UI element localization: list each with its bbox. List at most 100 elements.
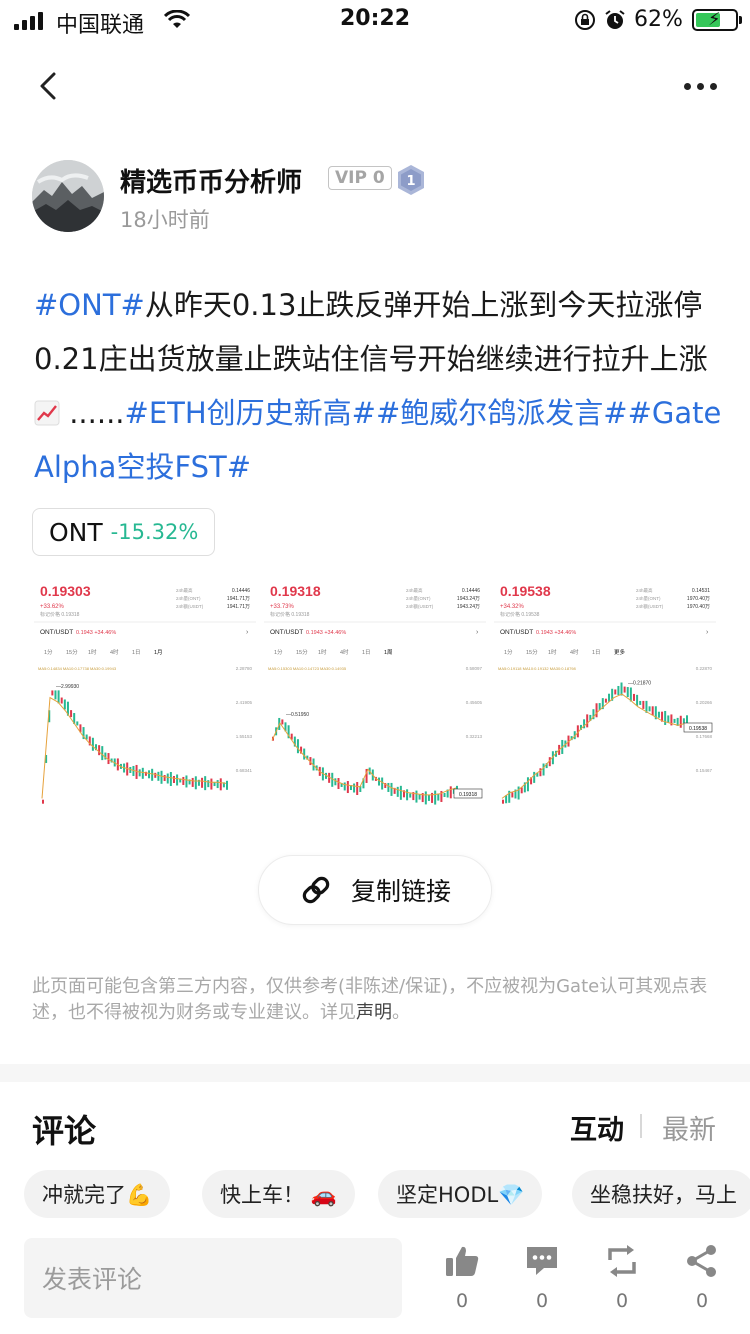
rotation-lock-icon xyxy=(574,9,596,35)
chart-axis-label: 0.68341 xyxy=(236,768,253,773)
quick-reply-chip[interactable]: 冲就完了💪 xyxy=(24,1170,171,1218)
chart-interval: 4时 xyxy=(340,648,349,656)
chart-interval: 1分 xyxy=(44,648,53,656)
chart-price: 0.19538 xyxy=(500,586,551,599)
chart-stat-label: 24h量(ONT) xyxy=(176,595,201,602)
chart-mark-price: 标记价格 0.19538 xyxy=(500,611,540,618)
chart-interval: 1时 xyxy=(548,648,557,656)
copy-link-label: 复制链接 xyxy=(350,877,451,906)
like-button[interactable]: 0 xyxy=(434,1244,490,1312)
chart-stat-label: 24h量(ONT) xyxy=(636,595,661,602)
chart-screenshot-2[interactable]: 0.19318 +33.73% 标记价格 0.19318 24h最高 0.14446 24… xyxy=(264,586,486,812)
chart-axis-label: 0.32213 xyxy=(466,734,483,739)
chart-price: 0.19318 xyxy=(270,586,321,599)
chart-stat-value: 1943.24万 xyxy=(457,604,480,610)
chart-change: +34.32% xyxy=(500,604,525,610)
share-icon xyxy=(687,1245,716,1277)
chart-change: +33.62% xyxy=(40,604,65,610)
chart-stat-label: 24h最高 xyxy=(406,587,423,594)
chart-pair-price: 0.1943 +34.46% xyxy=(76,630,116,636)
chart-pair: ONT/USDT xyxy=(40,629,73,636)
hashtag-link[interactable]: #鲍威尔鸽派发言# xyxy=(376,396,628,430)
comment-button[interactable]: 0 xyxy=(514,1244,570,1312)
more-dots-icon xyxy=(684,82,691,90)
chart-stat-value: 0.14446 xyxy=(232,588,250,594)
section-divider xyxy=(0,1064,750,1082)
chart-stat-value: 1941.71万 xyxy=(227,596,250,602)
more-options-button[interactable] xyxy=(684,72,728,100)
battery-percent: 62% xyxy=(634,7,683,32)
copy-link-button[interactable]: 复制链接 xyxy=(258,855,492,925)
quick-reply-chip[interactable]: 坐稳扶好，马上 xyxy=(572,1170,750,1218)
like-count: 0 xyxy=(455,1290,469,1312)
post-content: #ONT#从昨天0.13止跌反弹开始上涨到今天拉涨停0.21庄出货放量止跌站住信… xyxy=(34,278,724,494)
post-text: ...... xyxy=(60,396,125,430)
quick-reply-chip[interactable]: 快上车！ 🚗 xyxy=(202,1170,355,1218)
chart-high-label: —0.21870 xyxy=(628,680,651,686)
chart-high-label: —2.99930 xyxy=(56,684,79,690)
chart-pair-price: 0.1943 +34.46% xyxy=(306,630,346,636)
repost-count: 0 xyxy=(615,1290,629,1312)
chart-high-label: —0.51950 xyxy=(286,712,309,718)
chart-stat-value: 1970.40万 xyxy=(687,596,710,602)
chart-interval: 1日 xyxy=(592,649,601,656)
hashtag-link[interactable]: #ONT# xyxy=(34,288,145,322)
disclaimer-end: 。 xyxy=(392,1002,410,1023)
chart-stat-label: 24h最高 xyxy=(636,587,653,594)
author-name[interactable]: 精选币币分析师 xyxy=(120,162,302,199)
battery-icon: ⚡ xyxy=(692,9,742,31)
chart-interval: 15分 xyxy=(296,648,308,656)
back-button[interactable] xyxy=(30,66,70,106)
hashtag-link[interactable]: #ETH创历史新高# xyxy=(125,396,376,430)
token-symbol: ONT xyxy=(49,517,103,547)
chart-axis-label: 0.20266 xyxy=(696,700,713,705)
chart-screenshot-1[interactable]: 0.19303 +33.62% 标记价格 0.19318 24h最高 0.14446 24… xyxy=(34,586,256,812)
chart-interval: 1日 xyxy=(132,649,141,656)
vip-badge: VIP 0 xyxy=(328,166,392,190)
chart-interval: 1分 xyxy=(504,648,513,656)
chart-stat-label: 24h最高 xyxy=(176,587,193,594)
thumbs-up-icon xyxy=(446,1246,479,1276)
chart-stat-value: 1970.40万 xyxy=(687,604,710,610)
chart-ma: MA5:0.15303 MA10:0.14723 MA30:0.14935 xyxy=(268,666,347,671)
link-icon xyxy=(302,876,330,904)
chart-stat-value: 0.14531 xyxy=(692,588,710,594)
share-button[interactable]: 0 xyxy=(674,1244,730,1312)
chart-pair: ONT/USDT xyxy=(500,629,533,636)
chart-axis-label: 0.58097 xyxy=(466,666,483,671)
chart-stat-label: 24h额(USDT) xyxy=(176,603,204,610)
repost-icon xyxy=(608,1245,636,1277)
chart-stat-label: 24h额(USDT) xyxy=(636,603,664,610)
repost-button[interactable]: 0 xyxy=(594,1244,650,1312)
avatar[interactable] xyxy=(32,160,104,232)
disclaimer-link[interactable]: 声明 xyxy=(356,1002,392,1023)
chart-interval: 15分 xyxy=(526,648,538,656)
chart-stat-value: 1943.24万 xyxy=(457,596,480,602)
token-chip[interactable]: ONT -15.32% xyxy=(32,508,216,556)
chart-interval: 1分 xyxy=(274,648,283,656)
chart-screenshot-3[interactable]: 0.19538 +34.32% 标记价格 0.19538 24h最高 0.14531 24… xyxy=(494,586,716,812)
chart-mark-price: 标记价格 0.19318 xyxy=(40,611,80,618)
chart-pair-price: 0.1943 +34.46% xyxy=(536,630,576,636)
chart-pair: ONT/USDT xyxy=(270,629,303,636)
chart-axis-label: 2.28780 xyxy=(236,666,253,671)
tab-interact[interactable]: 互动 xyxy=(570,1108,624,1147)
level-badge-icon: 1 xyxy=(396,164,426,200)
chart-interval: 1日 xyxy=(362,649,371,656)
chart-axis-label: 0.22870 xyxy=(696,666,713,671)
chart-change: +33.73% xyxy=(270,604,295,610)
disclaimer: 此页面可能包含第三方内容，仅供参考(非陈述/保证)，不应被视为Gate认可其观点… xyxy=(32,974,722,1026)
chart-axis-label: 0.45605 xyxy=(466,700,483,705)
share-count: 0 xyxy=(695,1290,709,1312)
tab-latest[interactable]: 最新 xyxy=(662,1108,716,1147)
token-change: -15.32% xyxy=(110,520,199,544)
chart-stat-label: 24h量(ONT) xyxy=(406,595,431,602)
chart-ma: MA5:0.14834 MA10:0.17738 MA30:0.19943 xyxy=(38,666,117,671)
chart-interval: 4时 xyxy=(570,648,579,656)
chart-axis-label: 1.55153 xyxy=(236,734,253,739)
chart-interval: 1时 xyxy=(88,648,97,656)
chart-last-price: 0.19538 xyxy=(689,726,707,732)
quick-reply-chip[interactable]: 坚定HODL💎 xyxy=(378,1170,543,1218)
comment-input[interactable]: 发表评论 xyxy=(24,1238,402,1318)
chart-axis-label: 0.15467 xyxy=(696,768,713,773)
